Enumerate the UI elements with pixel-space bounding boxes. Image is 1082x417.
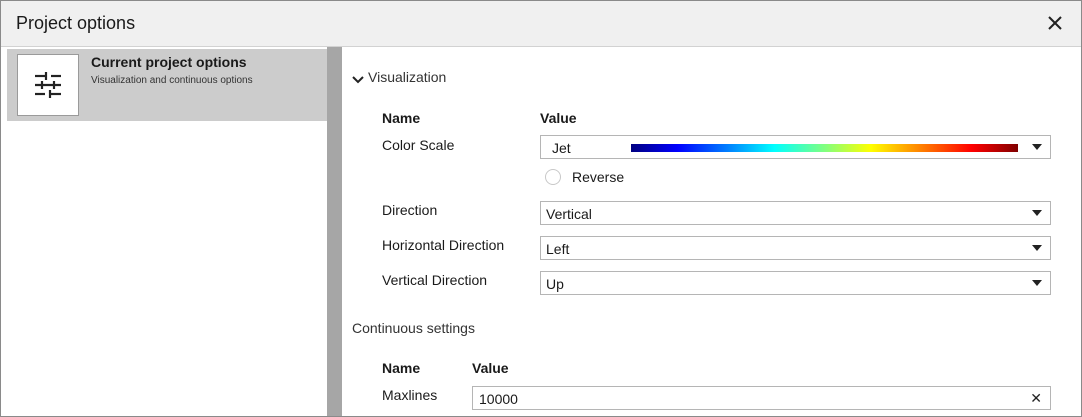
color-scale-value: Jet xyxy=(552,140,571,156)
color-scale-gradient xyxy=(631,144,1018,152)
vertical-direction-dropdown[interactable]: Up xyxy=(540,271,1051,295)
options-panel: Visualization Name Value Color Scale Jet… xyxy=(342,47,1081,416)
dialog-title: Project options xyxy=(16,13,136,33)
visualization-name-header: Name xyxy=(382,110,421,126)
sidebar-item-title: Current project options xyxy=(91,54,247,70)
chevron-down-icon[interactable] xyxy=(352,72,364,90)
reverse-label[interactable]: Reverse xyxy=(572,169,624,185)
dropdown-arrow-icon xyxy=(1032,144,1042,150)
project-options-dialog: Project options Current project options … xyxy=(0,0,1082,417)
dropdown-arrow-icon xyxy=(1032,210,1042,216)
continuous-value-header: Value xyxy=(472,360,509,376)
dropdown-arrow-icon xyxy=(1032,280,1042,286)
maxlines-value: 10000 xyxy=(479,391,518,407)
visualization-value-header: Value xyxy=(540,110,577,126)
splitter[interactable] xyxy=(327,47,342,416)
reverse-radio[interactable] xyxy=(545,169,561,185)
section-continuous-label: Continuous settings xyxy=(352,320,475,336)
color-scale-label: Color Scale xyxy=(382,137,455,153)
sidebar-item-subtitle: Visualization and continuous options xyxy=(91,75,253,86)
section-visualization-label[interactable]: Visualization xyxy=(368,69,446,85)
vertical-direction-label: Vertical Direction xyxy=(382,272,488,288)
direction-value: Vertical xyxy=(546,206,592,222)
horizontal-direction-value: Left xyxy=(546,241,570,257)
maxlines-label: Maxlines xyxy=(382,387,438,403)
sliders-icon xyxy=(17,54,79,116)
horizontal-direction-dropdown[interactable]: Left xyxy=(540,236,1051,260)
clear-icon[interactable]: ✕ xyxy=(1030,390,1042,407)
dropdown-arrow-icon xyxy=(1032,245,1042,251)
direction-label: Direction xyxy=(382,202,438,218)
title-bar: Project options xyxy=(1,1,1081,47)
horizontal-direction-label: Horizontal Direction xyxy=(382,237,505,253)
maxlines-input[interactable]: 10000 ✕ xyxy=(472,386,1051,410)
continuous-name-header: Name xyxy=(382,360,421,376)
sidebar: Current project options Visualization an… xyxy=(1,47,327,416)
color-scale-dropdown[interactable]: Jet xyxy=(540,135,1051,159)
close-icon[interactable] xyxy=(1041,9,1069,37)
vertical-direction-value: Up xyxy=(546,276,564,292)
sidebar-item-current-project-options[interactable]: Current project options Visualization an… xyxy=(7,49,327,121)
direction-dropdown[interactable]: Vertical xyxy=(540,201,1051,225)
